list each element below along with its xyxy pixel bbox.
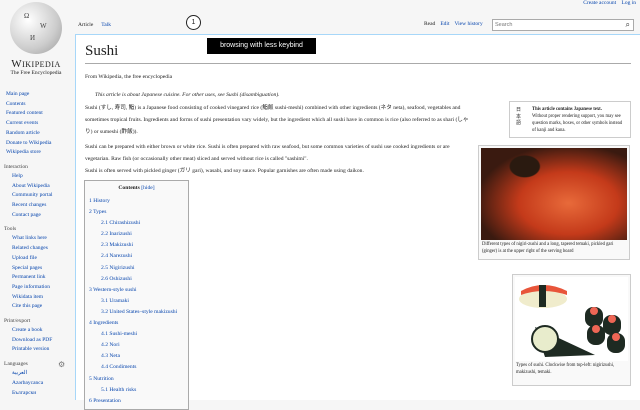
toc-entry[interactable]: 2.1 Chirashizushi	[89, 218, 184, 229]
toc-entry[interactable]: 5.1 Health risks	[89, 385, 184, 396]
sidebar-link[interactable]: Random article	[0, 129, 74, 139]
sidebar-link[interactable]: Create a book	[0, 326, 74, 336]
image-caption: Different types of nigiri-zushi and a lo…	[482, 242, 614, 254]
toc-entry[interactable]: 2.4 Narezushi	[89, 251, 184, 262]
toc-entry[interactable]: 4.4 Condiments	[89, 362, 184, 373]
tab-history[interactable]: View history	[454, 21, 482, 27]
sidebar-section-title[interactable]: Interaction	[0, 164, 74, 170]
sidebar-link[interactable]: Recent changes	[0, 201, 74, 211]
view-tabs: Read Edit View history	[424, 21, 483, 27]
toc-entry[interactable]: 1 History	[89, 196, 184, 207]
toc-entry[interactable]: 2 Types	[89, 207, 184, 218]
tab-article[interactable]: Article	[76, 20, 95, 30]
sushi-photo[interactable]	[481, 148, 627, 240]
sidebar-link[interactable]: Download as PDF	[0, 336, 74, 346]
sidebar-section: Tools What links here Related changes Uploa…	[0, 226, 74, 312]
notice-body: Without proper rendering support, you ma…	[532, 114, 623, 133]
sidebar-link[interactable]: What links here	[0, 234, 74, 244]
tab-edit[interactable]: Edit	[440, 21, 449, 27]
wordmark: Wikipedia	[11, 58, 61, 70]
toc-entry[interactable]: 4.2 Nori	[89, 340, 184, 351]
toc-entry[interactable]: 2.2 Inarizushi	[89, 229, 184, 240]
hatnote: This article is about Japanese cuisine. …	[95, 92, 280, 98]
tagline: The Free Encyclopedia	[10, 70, 62, 76]
sidebar-section: Languages ⚙ العربية Azərbaycanca Български	[0, 360, 74, 399]
sidebar-link[interactable]: Special pages	[0, 264, 74, 274]
sidebar-link[interactable]: Help	[0, 172, 74, 182]
toc-entry[interactable]: 3.1 Uramaki	[89, 296, 184, 307]
gear-icon[interactable]: ⚙	[58, 360, 65, 369]
toc-entry[interactable]: 3.2 United States–style makizushi	[89, 307, 184, 318]
page-title: Sushi	[85, 43, 631, 64]
sidebar-link[interactable]: Wikipedia store	[0, 148, 74, 158]
sidebar: Main page Contents Featured content Current…	[0, 90, 74, 404]
japanese-text-notice: 日本語 This article contains Japanese text.…	[509, 101, 631, 138]
search-icon[interactable]: ⌕	[626, 20, 630, 30]
image-thumb-types: Types of sushi. Clockwise from top-left:…	[512, 274, 631, 386]
sidebar-section-title[interactable]: Tools	[0, 226, 74, 232]
puzzle-globe-icon: ΩWИ	[10, 2, 62, 54]
sidebar-link[interactable]: Page information	[0, 283, 74, 293]
sidebar-link[interactable]: Main page	[0, 90, 74, 100]
toc-entry[interactable]: 4.1 Sushi-meshi	[89, 329, 184, 340]
toc-hide-toggle[interactable]: [hide]	[141, 185, 154, 191]
paragraph-garnish: Sushi is often served with pickled ginge…	[85, 168, 364, 174]
search-input[interactable]: Search ⌕	[492, 19, 634, 31]
sidebar-link[interactable]: Related changes	[0, 244, 74, 254]
sushi-drawing	[519, 285, 625, 357]
toc-entry[interactable]: 4.3 Neta	[89, 351, 184, 362]
tooltip: browsing with less keybind	[207, 38, 316, 54]
namespace-tabs: Article Talk	[76, 20, 113, 30]
personal-tools: Create account Log in	[579, 0, 636, 6]
login-link[interactable]: Log in	[621, 0, 636, 6]
create-account-link[interactable]: Create account	[583, 0, 616, 6]
sushi-illustration[interactable]	[515, 277, 628, 361]
sidebar-link[interactable]: Featured content	[0, 109, 74, 119]
table-of-contents: Contents [hide] 1 History 2 Types 2.1 Chir…	[84, 180, 189, 410]
notice-kanji: 日本語	[516, 108, 522, 126]
paragraph-intro: Sushi (すし, 寿司, 鮨) is a Japanese food con…	[85, 105, 469, 135]
sidebar-link[interactable]: Contact page	[0, 211, 74, 221]
notice-title: This article contains Japanese text.	[532, 107, 602, 112]
sidebar-section: Interaction Help About Wikipedia Community …	[0, 164, 74, 221]
sidebar-link[interactable]: Azərbaycanca	[0, 379, 74, 389]
sidebar-link[interactable]: Cite this page	[0, 302, 74, 312]
step-marker: 1	[186, 15, 201, 30]
sidebar-section-title[interactable]: Print/export	[0, 318, 74, 324]
toc-entry[interactable]: 4 Ingredients	[89, 318, 184, 329]
tab-talk[interactable]: Talk	[99, 20, 113, 30]
toc-entry[interactable]: 2.5 Nigirizushi	[89, 263, 184, 274]
sidebar-link[interactable]: Contents	[0, 100, 74, 110]
toc-entry[interactable]: 3 Western-style sushi	[89, 285, 184, 296]
toc-entry[interactable]: 2.6 Oshizushi	[89, 274, 184, 285]
toc-entry[interactable]: 2.3 Makizushi	[89, 240, 184, 251]
sidebar-link[interactable]: Current events	[0, 119, 74, 129]
toc-entry[interactable]: 6 Presentation	[89, 396, 184, 407]
sidebar-link[interactable]: Printable version	[0, 345, 74, 355]
sidebar-link[interactable]: Upload file	[0, 254, 74, 264]
sidebar-link[interactable]: Български	[0, 389, 74, 399]
sidebar-link[interactable]: Community portal	[0, 191, 74, 201]
search-placeholder: Search	[495, 22, 513, 28]
tab-read[interactable]: Read	[424, 21, 435, 27]
toc-title: Contents	[118, 185, 140, 191]
sidebar-link[interactable]: Permanent link	[0, 273, 74, 283]
image-caption: Types of sushi. Clockwise from top-left:…	[516, 363, 615, 375]
image-thumb-nigiri: Different types of nigiri-zushi and a lo…	[478, 145, 630, 260]
site-sub: From Wikipedia, the free encyclopedia	[85, 74, 173, 80]
sidebar-section: Print/export Create a book Download as PDF…	[0, 318, 74, 355]
toc-entry[interactable]: 5 Nutrition	[89, 374, 184, 385]
sidebar-link[interactable]: العربية	[0, 369, 74, 379]
wikipedia-logo[interactable]: ΩWИ Wikipedia The Free Encyclopedia	[4, 2, 68, 76]
sidebar-link[interactable]: Donate to Wikipedia	[0, 139, 74, 149]
paragraph-rice: Sushi can be prepared with either brown …	[85, 144, 450, 162]
sidebar-link[interactable]: About Wikipedia	[0, 182, 74, 192]
sidebar-link[interactable]: Wikidata item	[0, 293, 74, 303]
